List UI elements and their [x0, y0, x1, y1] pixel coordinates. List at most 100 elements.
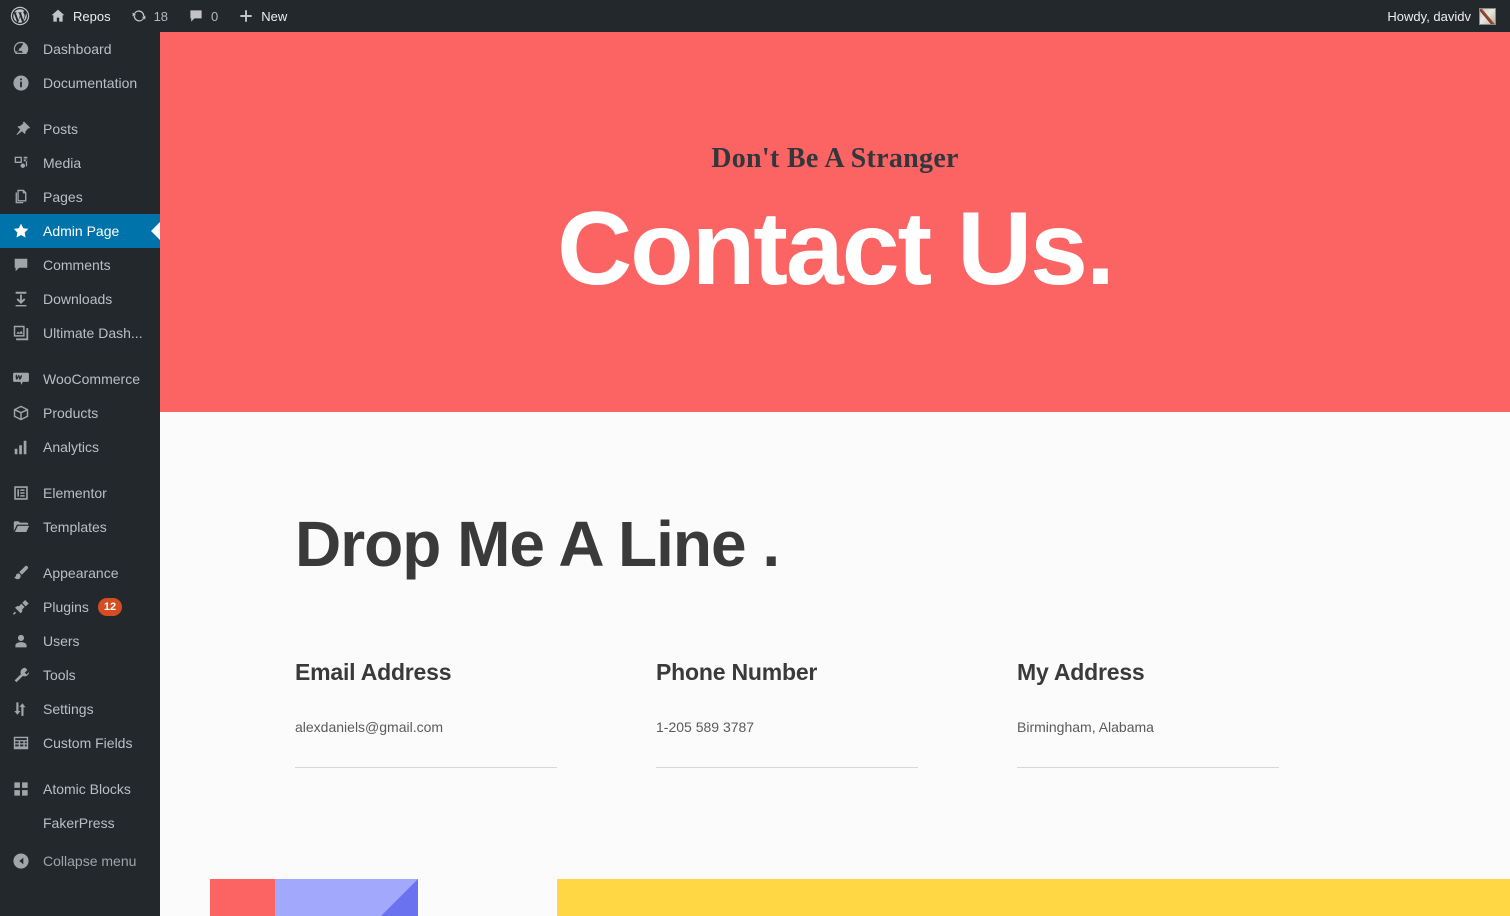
- sidebar-item-elementor[interactable]: Elementor: [0, 476, 160, 510]
- sidebar-item-tools[interactable]: Tools: [0, 658, 160, 692]
- sidebar-item-label: Dashboard: [43, 41, 112, 57]
- sidebar-item-templates[interactable]: Templates: [0, 510, 160, 544]
- decorative-blocks: [160, 879, 1510, 916]
- sidebar-item-fakerpress[interactable]: FakerPress: [0, 806, 160, 840]
- collapse-arrow-icon: [9, 851, 33, 871]
- contact-value: 1-205 589 3787: [656, 719, 755, 735]
- paintbrush-icon: [9, 563, 33, 583]
- home-icon: [50, 8, 66, 24]
- sidebar-item-label: Posts: [43, 121, 79, 137]
- sidebar-item-label: FakerPress: [43, 815, 115, 831]
- sidebar-item-media[interactable]: Media: [0, 146, 160, 180]
- sidebar-item-label: Downloads: [43, 291, 113, 307]
- decor-block-red: [210, 879, 275, 916]
- sidebar-item-label: Documentation: [43, 75, 138, 91]
- dashboard-icon: [9, 39, 33, 59]
- blocks-icon: [9, 779, 33, 799]
- sidebar-item-analytics[interactable]: Analytics: [0, 430, 160, 464]
- contact-column: Phone Number 1-205 589 3787: [656, 659, 1017, 768]
- section-heading: Drop Me A Line .: [295, 508, 780, 580]
- table-icon: [9, 733, 33, 753]
- menu-separator: [0, 100, 160, 112]
- hero-banner: Don't Be A Stranger Contact Us.: [160, 32, 1510, 412]
- sidebar-item-label: Settings: [43, 701, 94, 717]
- menu-separator: [0, 760, 160, 772]
- page-title: Contact Us.: [557, 191, 1115, 307]
- sidebar-item-atomic-blocks[interactable]: Atomic Blocks: [0, 772, 160, 806]
- comments-button[interactable]: 0: [178, 0, 228, 32]
- sidebar-item-label: Plugins: [43, 599, 89, 615]
- bar-chart-icon: [9, 437, 33, 457]
- sidebar-item-plugins[interactable]: Plugins 12: [0, 590, 160, 624]
- new-content-button[interactable]: New: [228, 0, 297, 32]
- contact-column: My Address Birmingham, Alabama: [1017, 659, 1378, 768]
- sidebar-item-label: Tools: [43, 667, 76, 683]
- contact-label: My Address: [1017, 659, 1145, 685]
- sidebar-item-label: Products: [43, 405, 99, 421]
- collapse-menu-button[interactable]: Collapse menu: [0, 844, 160, 878]
- wordpress-logo-icon: [10, 6, 30, 26]
- info-icon: [9, 73, 33, 93]
- contact-value: Birmingham, Alabama: [1017, 719, 1154, 735]
- updates-button[interactable]: 18: [121, 0, 178, 32]
- sliders-icon: [9, 699, 33, 719]
- contact-label: Phone Number: [656, 659, 818, 685]
- sidebar-item-appearance[interactable]: Appearance: [0, 556, 160, 590]
- contact-value: alexdaniels@gmail.com: [295, 719, 444, 735]
- sidebar-item-woocommerce[interactable]: WooCommerce: [0, 362, 160, 396]
- folder-icon: [9, 517, 33, 537]
- sidebar-item-label: Templates: [43, 519, 107, 535]
- sidebar-item-label: Atomic Blocks: [43, 781, 131, 797]
- menu-separator: [0, 350, 160, 362]
- pages-icon: [9, 187, 33, 207]
- greeting-label: Howdy, davidv: [1387, 8, 1471, 24]
- site-name-button[interactable]: Repos: [40, 0, 121, 32]
- sidebar-item-admin-page[interactable]: Admin Page: [0, 214, 160, 248]
- decor-block-blue: [275, 879, 418, 916]
- media-icon: [9, 153, 33, 173]
- contact-divider: [295, 767, 557, 768]
- sidebar-item-comments[interactable]: Comments: [0, 248, 160, 282]
- user-icon: [9, 631, 33, 651]
- plug-icon: [9, 597, 33, 617]
- updates-count: 18: [153, 8, 169, 24]
- comment-bubble-icon: [9, 255, 33, 275]
- contact-label: Email Address: [295, 659, 452, 685]
- sidebar-item-custom-fields[interactable]: Custom Fields: [0, 726, 160, 760]
- sidebar-item-products[interactable]: Products: [0, 396, 160, 430]
- account-menu[interactable]: Howdy, davidv: [1387, 7, 1510, 25]
- sidebar-item-label: Ultimate Dash...: [43, 325, 143, 341]
- admin-bar: Repos 18 0 New Howdy, davidv: [0, 0, 1510, 32]
- contact-section: Drop Me A Line . Email Address alexdaniel…: [160, 412, 1510, 768]
- avatar: [1479, 7, 1496, 25]
- sidebar-item-label: Pages: [43, 189, 83, 205]
- sidebar-item-users[interactable]: Users: [0, 624, 160, 658]
- contact-divider: [1017, 767, 1279, 768]
- plus-icon: [238, 8, 254, 24]
- decor-block-yellow: [557, 879, 1510, 916]
- sidebar-item-documentation[interactable]: Documentation: [0, 66, 160, 100]
- sidebar-item-ultimate-dashboard[interactable]: Ultimate Dash...: [0, 316, 160, 350]
- hero-eyebrow: Don't Be A Stranger: [711, 143, 959, 174]
- contact-columns: Email Address alexdaniels@gmail.com Phone …: [295, 659, 1510, 768]
- sidebar-item-label: Media: [43, 155, 82, 171]
- contact-divider: [656, 767, 918, 768]
- sidebar-item-dashboard[interactable]: Dashboard: [0, 32, 160, 66]
- wrench-icon: [9, 665, 33, 685]
- sidebar-item-pages[interactable]: Pages: [0, 180, 160, 214]
- menu-separator: [0, 544, 160, 556]
- sidebar-item-label: Appearance: [43, 565, 119, 581]
- page-content: Don't Be A Stranger Contact Us. Drop Me …: [160, 32, 1510, 916]
- sidebar-item-label: Custom Fields: [43, 735, 133, 751]
- gallery-icon: [9, 323, 33, 343]
- comment-bubble-icon: [188, 8, 204, 24]
- sidebar-item-downloads[interactable]: Downloads: [0, 282, 160, 316]
- sidebar-item-label: Users: [43, 633, 80, 649]
- sidebar-item-label: Analytics: [43, 439, 100, 455]
- sidebar-item-posts[interactable]: Posts: [0, 112, 160, 146]
- wordpress-logo-button[interactable]: [0, 0, 40, 32]
- sidebar-item-settings[interactable]: Settings: [0, 692, 160, 726]
- new-content-label: New: [261, 8, 288, 24]
- comments-count: 0: [211, 8, 219, 24]
- elementor-icon: [9, 483, 33, 503]
